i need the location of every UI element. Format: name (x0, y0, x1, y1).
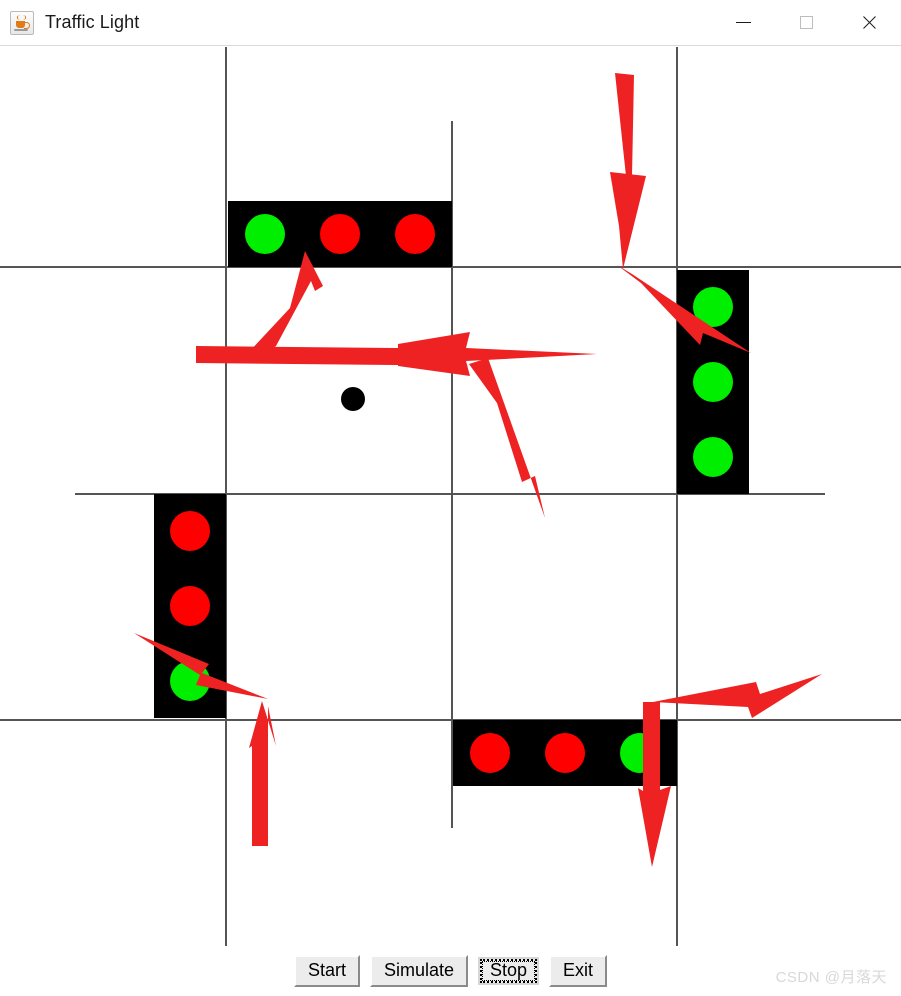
north-inbound-arrow-head (610, 172, 646, 269)
close-icon (861, 14, 878, 31)
watermark: CSDN @月落天 (775, 969, 887, 986)
minimize-icon (736, 22, 751, 23)
direction-arrows (134, 73, 822, 867)
stop-button[interactable]: Stop (478, 957, 540, 985)
minimize-button[interactable] (712, 0, 775, 46)
traffic-light-window: Traffic Light Start Simulate Stop Exit C… (0, 0, 901, 996)
window-controls (712, 0, 901, 46)
south-west-turn-arrow (134, 633, 268, 699)
north-turn-arrow (617, 265, 751, 353)
title-bar-left: Traffic Light (0, 10, 712, 35)
west-inbound-arrow-shaft (196, 346, 398, 365)
stop-button-label: Stop (490, 960, 528, 981)
north-inbound-arrow-shaft (615, 73, 634, 176)
window-title: Traffic Light (45, 12, 140, 32)
start-button[interactable]: Start (293, 955, 360, 987)
east-inbound-arrow (653, 674, 822, 718)
south-up-arrow (249, 701, 276, 846)
center-down-arrow (469, 358, 545, 518)
button-bar: Start Simulate Stop Exit (0, 946, 901, 996)
java-coffee-cup-icon (10, 10, 34, 35)
maximize-button[interactable] (775, 0, 838, 46)
exit-button[interactable]: Exit (549, 955, 608, 987)
simulate-button[interactable]: Simulate (369, 955, 468, 987)
close-button[interactable] (838, 0, 901, 46)
east-down-arrow (638, 702, 671, 867)
title-bar: Traffic Light (0, 0, 901, 46)
simulation-canvas[interactable] (0, 46, 901, 946)
maximize-icon (800, 16, 813, 29)
center-right-arrow (398, 332, 597, 376)
west-turn-up-arrow (248, 251, 323, 361)
